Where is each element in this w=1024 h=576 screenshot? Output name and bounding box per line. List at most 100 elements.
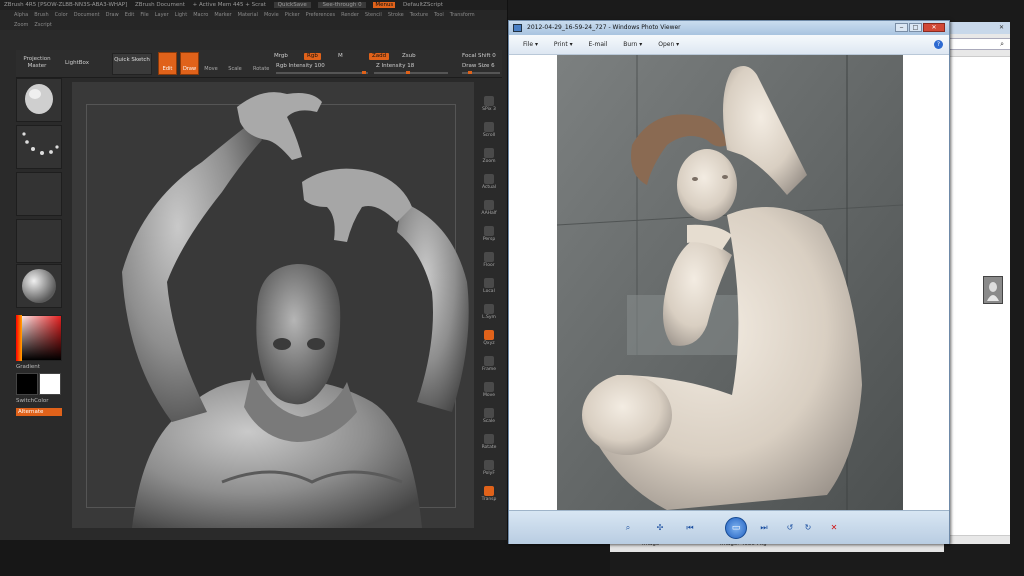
gradient-label[interactable]: Gradient [16, 364, 62, 370]
shelf-aahalf-button[interactable]: AAHalf [478, 199, 500, 219]
zbrush-menu-stroke[interactable]: Stroke [388, 12, 404, 18]
previous-icon[interactable]: ⏮ [683, 521, 697, 534]
quick-sketch-button[interactable]: Quick Sketch [112, 53, 152, 75]
z-intensity-knob[interactable] [406, 71, 410, 74]
zbrush-menu-preferences[interactable]: Preferences [306, 12, 335, 18]
shelf-spix-3-button[interactable]: SPix 3 [478, 95, 500, 115]
email-button[interactable]: E-mail [589, 41, 608, 48]
shelf-polyf-button[interactable]: PolyF [478, 459, 500, 479]
rgb-intensity-slider[interactable]: Rgb Intensity 100 [276, 63, 325, 70]
alpha-selector[interactable] [16, 172, 62, 216]
shelf-rotate-button[interactable]: Rotate [478, 433, 500, 453]
burn-menu[interactable]: Burn ▾ [623, 41, 642, 48]
menus-toggle[interactable]: Menus [373, 2, 396, 8]
help-icon[interactable]: ? [934, 40, 943, 49]
zbrush-menu-draw[interactable]: Draw [106, 12, 119, 18]
m-button[interactable]: M [338, 53, 343, 60]
main-color-swatch[interactable] [16, 373, 38, 395]
switchcolor-button[interactable]: SwitchColor [16, 398, 62, 404]
zbrush-menu-tool[interactable]: Tool [434, 12, 444, 18]
scale-mode-button[interactable]: Scale [228, 53, 242, 73]
open-menu[interactable]: Open ▾ [658, 41, 679, 48]
shelf-transp-button[interactable]: Transp [478, 485, 500, 505]
zbrush-menu-macro[interactable]: Macro [193, 12, 208, 18]
rgb-intensity-track[interactable] [276, 72, 368, 74]
zbrush-menu-alpha[interactable]: Alpha [14, 12, 28, 18]
zbrush-menu-brush[interactable]: Brush [34, 12, 48, 18]
close-icon[interactable]: ✕ [923, 23, 945, 32]
brush-selector[interactable] [16, 78, 62, 122]
draw-size-knob[interactable] [468, 71, 472, 74]
move-mode-button[interactable]: Move [204, 53, 218, 73]
shelf-scale-button[interactable]: Scale [478, 407, 500, 427]
zbrush-menu-zscript[interactable]: Zscript [34, 22, 51, 28]
secondary-color-swatch[interactable] [39, 373, 61, 395]
shelf-l-sym-button[interactable]: L.Sym [478, 303, 500, 323]
slideshow-icon[interactable]: ▭ [725, 517, 747, 539]
see-through-slider[interactable]: See-through 0 [318, 2, 366, 8]
color-picker[interactable] [16, 315, 62, 361]
zbrush-menu-document[interactable]: Document [74, 12, 100, 18]
alternate-button[interactable]: Alternate [16, 408, 62, 416]
zbrush-menu-marker[interactable]: Marker [214, 12, 231, 18]
rotate-counterclockwise-icon[interactable]: ↺ [783, 521, 797, 534]
shelf-floor-button[interactable]: Floor [478, 251, 500, 271]
minimize-icon[interactable]: ‒ [895, 23, 908, 32]
zbrush-document-menu[interactable]: ZBrush Document [135, 2, 185, 8]
rotate-mode-button[interactable]: Rotate [253, 53, 269, 73]
zbrush-menu-light[interactable]: Light [175, 12, 187, 18]
maximize-icon[interactable]: □ [909, 23, 922, 32]
photo-viewer-title-bar[interactable]: 2012-04-29_16-59-24_727 - Windows Photo … [509, 21, 949, 35]
actual-size-icon[interactable]: ✣ [653, 521, 667, 534]
zbrush-menu-color[interactable]: Color [55, 12, 68, 18]
zbrush-menu-file[interactable]: File [140, 12, 148, 18]
shelf-local-button[interactable]: Local [478, 277, 500, 297]
zbrush-menu-texture[interactable]: Texture [410, 12, 428, 18]
shelf-zoom-button[interactable]: Zoom [478, 147, 500, 167]
lightbox-button[interactable]: LightBox [60, 60, 94, 67]
rgb-button[interactable]: Rgb [304, 53, 321, 60]
shelf-scroll-button[interactable]: Scroll [478, 121, 500, 141]
zbrush-menu-picker[interactable]: Picker [285, 12, 300, 18]
z-intensity-track[interactable] [374, 72, 448, 74]
shelf-persp-button[interactable]: Persp [478, 225, 500, 245]
zbrush-menu-stencil[interactable]: Stencil [365, 12, 382, 18]
stroke-selector[interactable] [16, 125, 62, 169]
next-icon[interactable]: ⏭ [757, 521, 771, 534]
print-menu[interactable]: Print ▾ [554, 41, 573, 48]
file-menu[interactable]: File ▾ [523, 41, 538, 48]
search-icon[interactable]: ⌕ [949, 38, 1011, 50]
shelf-qxyz-button[interactable]: Qxyz [478, 329, 500, 349]
shelf-move-button[interactable]: Move [478, 381, 500, 401]
delete-icon[interactable]: ✕ [827, 521, 841, 534]
zoom-icon[interactable]: ⌕ [621, 521, 635, 534]
shelf-label: Transp [481, 497, 497, 502]
z-intensity-slider[interactable]: Z Intensity 18 [376, 63, 414, 70]
zbrush-canvas[interactable] [72, 82, 474, 528]
shelf-label: Rotate [481, 445, 497, 450]
draw-mode-button[interactable]: Draw [180, 52, 199, 75]
projection-master-button[interactable]: Projection Master [18, 56, 56, 70]
zbrush-menu-movie[interactable]: Movie [264, 12, 279, 18]
edit-mode-button[interactable]: Edit [158, 52, 177, 75]
zbrush-menu-transform[interactable]: Transform [450, 12, 475, 18]
texture-selector[interactable] [16, 219, 62, 263]
zsub-button[interactable]: Zsub [402, 53, 416, 60]
shelf-actual-button[interactable]: Actual [478, 173, 500, 193]
zbrush-menu-zoom[interactable]: Zoom [14, 22, 28, 28]
zbrush-menu-material[interactable]: Material [238, 12, 258, 18]
shelf-frame-button[interactable]: Frame [478, 355, 500, 375]
zbrush-menu-render[interactable]: Render [341, 12, 359, 18]
zbrush-menu-edit[interactable]: Edit [125, 12, 135, 18]
material-selector[interactable] [16, 264, 62, 308]
image-thumbnail[interactable] [983, 276, 1003, 304]
rotate-clockwise-icon[interactable]: ↻ [801, 521, 815, 534]
zadd-button[interactable]: Zadd [369, 53, 390, 60]
rgb-intensity-knob[interactable] [362, 71, 366, 74]
draw-size-slider[interactable]: Draw Size 6 [462, 63, 502, 70]
default-zscript-button[interactable]: DefaultZScript [403, 2, 443, 8]
mrgb-button[interactable]: Mrgb [274, 53, 288, 60]
quicksave-button[interactable]: QuickSave [273, 2, 311, 8]
zbrush-menu-layer[interactable]: Layer [155, 12, 169, 18]
focal-shift-slider[interactable]: Focal Shift 0 [462, 53, 502, 60]
